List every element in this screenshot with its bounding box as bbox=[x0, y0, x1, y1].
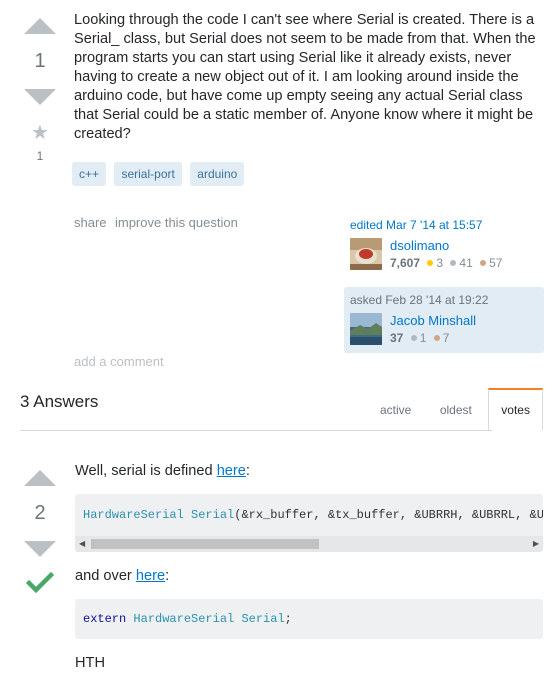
asker-avatar[interactable] bbox=[350, 313, 382, 345]
answer-line-2: and over here: bbox=[75, 567, 169, 586]
code-semicolon: ; bbox=[284, 612, 292, 626]
code-name: Serial bbox=[183, 508, 235, 522]
tag-serial-port[interactable]: serial-port bbox=[114, 162, 182, 186]
bronze-badge-icon bbox=[433, 334, 440, 341]
silver-badge: 41 bbox=[450, 256, 473, 270]
scroll-left-arrow-icon[interactable]: ◀ bbox=[79, 539, 85, 548]
asked-timestamp[interactable]: asked Feb 28 '14 at 19:22 bbox=[350, 293, 488, 307]
code-block-2: extern HardwareSerial Serial; bbox=[75, 599, 543, 639]
silver-badge-icon bbox=[410, 334, 417, 341]
answer-vote-count: 2 bbox=[34, 502, 46, 524]
answer-vote-cell: 2 bbox=[20, 470, 60, 600]
bronze-badge-icon bbox=[480, 259, 487, 266]
answers-header-divider bbox=[20, 430, 492, 431]
scrollbar-thumb[interactable] bbox=[91, 539, 319, 549]
here-link-1[interactable]: here bbox=[217, 463, 246, 479]
tag-arduino[interactable]: arduino bbox=[190, 162, 245, 186]
answers-count: 3 Answers bbox=[20, 392, 99, 411]
question-body: Looking through the code I can't see whe… bbox=[74, 12, 536, 142]
tab-oldest[interactable]: oldest bbox=[428, 390, 484, 430]
editor-reputation: 7,607 3 41 57 bbox=[390, 256, 502, 270]
tab-votes[interactable]: votes bbox=[488, 388, 543, 430]
edited-timestamp[interactable]: edited Mar 7 '14 at 15:57 bbox=[350, 218, 482, 232]
share-link[interactable]: share bbox=[74, 215, 107, 230]
add-comment-link[interactable]: add a comment bbox=[74, 354, 164, 369]
asker-rep-score: 37 bbox=[390, 331, 404, 345]
bronze-badge: 57 bbox=[480, 256, 502, 270]
answer-closing: HTH bbox=[75, 655, 105, 671]
question-vote-cell: 1 ★ 1 bbox=[20, 18, 60, 163]
editor-rep-score: 7,607 bbox=[390, 256, 421, 270]
answer-sort-tabs: active oldest votes bbox=[368, 388, 543, 430]
here-link-2[interactable]: here bbox=[136, 568, 165, 584]
accepted-check-icon bbox=[25, 571, 60, 600]
editor-name[interactable]: dsolimano bbox=[390, 238, 449, 253]
asker-reputation: 37 1 7 bbox=[390, 331, 449, 345]
code-name-2: Serial bbox=[234, 612, 285, 626]
answer-downvote-button[interactable] bbox=[24, 541, 56, 557]
code-block-1: HardwareSerial Serial(&rx_buffer, &tx_bu… bbox=[75, 494, 543, 552]
gold-badge-icon bbox=[427, 259, 434, 266]
silver-badge-icon bbox=[450, 259, 457, 266]
favorite-star-icon[interactable]: ★ bbox=[20, 123, 60, 143]
code-line-2: extern HardwareSerial Serial; bbox=[83, 612, 292, 626]
scroll-right-arrow-icon[interactable]: ▶ bbox=[533, 539, 539, 548]
answer-upvote-button[interactable] bbox=[24, 470, 56, 486]
code-keyword: extern bbox=[83, 612, 127, 626]
asker-name[interactable]: Jacob Minshall bbox=[390, 313, 476, 328]
code-type: HardwareSerial bbox=[83, 508, 184, 522]
code-args: (&rx_buffer, &tx_buffer, &UBRRH, &UBRRL,… bbox=[234, 508, 543, 522]
answer-line-1-suffix: : bbox=[245, 463, 250, 479]
edited-signature: edited Mar 7 '14 at 15:57 dsolimano 7,60… bbox=[344, 212, 544, 278]
answer-line-1-text: Well, serial is defined bbox=[75, 463, 217, 479]
question-downvote-button[interactable] bbox=[24, 89, 56, 105]
question-tags: c++ serial-port arduino bbox=[72, 162, 248, 186]
code-scrollbar[interactable]: ◀ ▶ bbox=[75, 536, 543, 552]
question-vote-count: 1 bbox=[34, 50, 46, 72]
answer-line-2-text: and over bbox=[75, 568, 136, 584]
code-line-1: HardwareSerial Serial(&rx_buffer, &tx_bu… bbox=[83, 508, 543, 522]
asked-signature: asked Feb 28 '14 at 19:22 Jacob Minshall… bbox=[344, 287, 544, 353]
improve-question-link[interactable]: improve this question bbox=[115, 215, 238, 230]
bronze-badge: 7 bbox=[433, 331, 449, 345]
answer-line-1: Well, serial is defined here: bbox=[75, 462, 250, 481]
question-upvote-button[interactable] bbox=[24, 18, 56, 34]
favorite-count: 1 bbox=[36, 149, 44, 163]
code-type-2: HardwareSerial bbox=[126, 612, 235, 626]
silver-badge: 1 bbox=[410, 331, 426, 345]
tab-active[interactable]: active bbox=[368, 390, 423, 430]
gold-badge: 3 bbox=[427, 256, 443, 270]
editor-avatar[interactable] bbox=[350, 238, 382, 270]
answer-line-2-suffix: : bbox=[165, 568, 170, 584]
tag-cpp[interactable]: c++ bbox=[72, 162, 107, 186]
post-menu: share improve this question bbox=[74, 214, 238, 232]
